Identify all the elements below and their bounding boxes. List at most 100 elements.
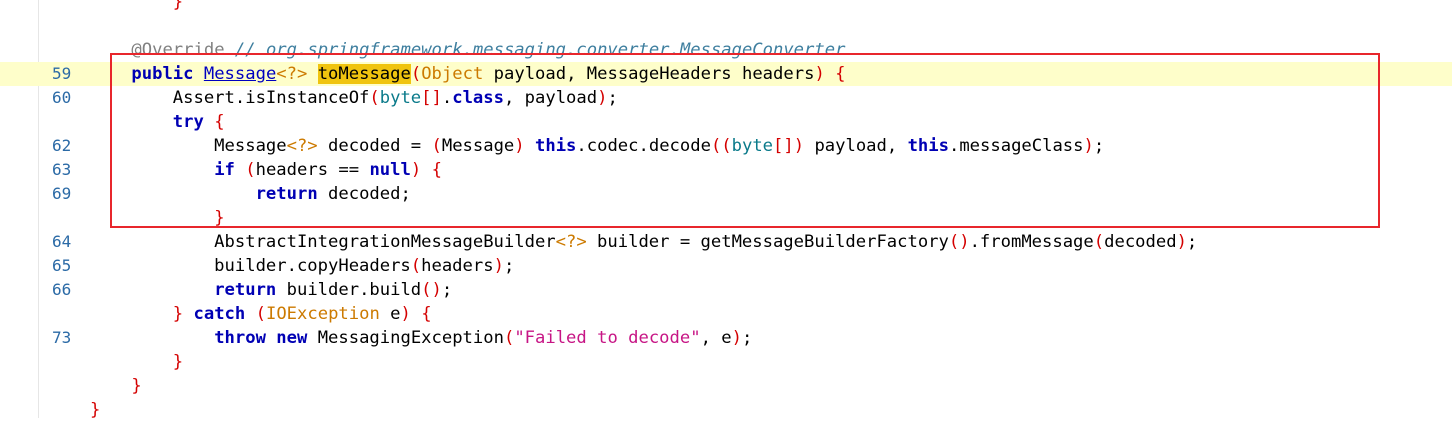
line-number: 63 bbox=[52, 160, 72, 179]
code-token: , payload bbox=[503, 88, 598, 108]
code-token: } bbox=[172, 352, 184, 372]
code-line[interactable]: 60 Assert.isInstanceOf(byte[].class, pay… bbox=[0, 86, 1452, 110]
code-line[interactable]: 65 builder.copyHeaders(headers); bbox=[0, 254, 1452, 278]
code-token: ( bbox=[245, 160, 256, 180]
code-token: "Failed to decode" bbox=[514, 328, 701, 348]
code-token: ) bbox=[514, 136, 525, 156]
code-token: Assert.isInstanceOf bbox=[90, 88, 370, 108]
code-token: } bbox=[131, 376, 142, 396]
code-token: } bbox=[90, 400, 101, 420]
code-line[interactable]: @Override // org.springframework.messagi… bbox=[0, 38, 1452, 62]
code-token: headers bbox=[421, 256, 494, 276]
code-token: ) bbox=[493, 256, 504, 276]
code-text: Message<?> decoded = (Message) this.code… bbox=[90, 134, 1104, 158]
code-token: decoded; bbox=[317, 184, 411, 204]
code-line[interactable]: } bbox=[0, 350, 1452, 374]
code-token: ( bbox=[255, 304, 266, 324]
code-text: throw new MessagingException("Failed to … bbox=[90, 326, 752, 350]
code-token: { bbox=[421, 304, 432, 324]
code-line[interactable]: 66 return builder.build(); bbox=[0, 278, 1452, 302]
code-token: ( bbox=[431, 136, 442, 156]
code-text: public Message<?> toMessage(Object paylo… bbox=[90, 62, 846, 86]
code-text: @Override // org.springframework.messagi… bbox=[90, 38, 845, 62]
code-token: byte bbox=[379, 88, 422, 108]
code-line[interactable]: 59 public Message<?> toMessage(Object pa… bbox=[0, 62, 1452, 86]
code-text: if (headers == null) { bbox=[90, 158, 442, 182]
code-token: ( bbox=[1093, 232, 1105, 252]
code-token: decoded bbox=[1104, 232, 1177, 252]
code-text: try { bbox=[90, 110, 225, 134]
code-line[interactable]: } bbox=[0, 398, 1452, 422]
code-token: IOException bbox=[265, 304, 380, 324]
code-token: ; bbox=[741, 328, 753, 348]
code-line[interactable]: 62 Message<?> decoded = (Message) this.c… bbox=[0, 134, 1452, 158]
code-line[interactable]: try { bbox=[0, 110, 1452, 134]
code-line[interactable]: 73 throw new MessagingException("Failed … bbox=[0, 326, 1452, 350]
code-line[interactable] bbox=[0, 14, 1452, 38]
code-token: ( bbox=[369, 88, 380, 108]
code-token: (( bbox=[710, 136, 732, 156]
code-token: ( bbox=[503, 328, 515, 348]
code-token: () bbox=[421, 280, 442, 300]
code-token: builder.build bbox=[276, 280, 422, 300]
code-line[interactable]: 64 AbstractIntegrationMessageBuilder<?> … bbox=[0, 230, 1452, 254]
code-token: Object bbox=[421, 64, 484, 84]
code-token[interactable]: Message bbox=[204, 64, 276, 84]
code-token: payload, bbox=[804, 136, 908, 156]
code-line[interactable]: 69 return decoded; bbox=[0, 182, 1452, 206]
code-token: ( bbox=[410, 64, 422, 84]
code-token: ; bbox=[503, 256, 515, 276]
code-text: } catch (IOException e) { bbox=[90, 302, 432, 326]
code-token: .fromMessage bbox=[969, 232, 1094, 252]
line-number: 64 bbox=[52, 232, 72, 251]
line-number: 60 bbox=[52, 88, 72, 107]
code-token: ) bbox=[597, 88, 608, 108]
code-token: if bbox=[214, 160, 235, 180]
code-token: class bbox=[452, 88, 504, 108]
code-text: AbstractIntegrationMessageBuilder<?> bui… bbox=[90, 230, 1197, 254]
code-text: } bbox=[90, 350, 183, 374]
code-token: null bbox=[369, 160, 411, 180]
code-token: ) bbox=[1083, 136, 1094, 156]
line-number: 69 bbox=[52, 184, 72, 203]
code-text: return decoded; bbox=[90, 182, 411, 206]
code-token: () bbox=[948, 232, 970, 252]
code-line[interactable]: 63 if (headers == null) { bbox=[0, 158, 1452, 182]
code-token: ) bbox=[1176, 232, 1187, 252]
code-text: Assert.isInstanceOf(byte[].class, payloa… bbox=[90, 86, 618, 110]
code-text: } bbox=[90, 374, 142, 398]
code-token: ; bbox=[1186, 232, 1198, 252]
code-token: { bbox=[214, 112, 225, 132]
code-text: builder.copyHeaders(headers); bbox=[90, 254, 514, 278]
code-token: , e bbox=[700, 328, 732, 348]
code-token: AbstractIntegrationMessageBuilder bbox=[90, 232, 556, 252]
code-line[interactable]: } catch (IOException e) { bbox=[0, 302, 1452, 326]
code-line[interactable]: } bbox=[0, 206, 1452, 230]
line-number: 73 bbox=[52, 328, 72, 347]
code-token: // org.springframework.messaging.convert… bbox=[234, 40, 846, 60]
line-number: 59 bbox=[52, 64, 72, 83]
code-token: Message bbox=[441, 136, 515, 156]
code-token: <?> bbox=[276, 64, 308, 84]
code-line[interactable]: } bbox=[0, 374, 1452, 398]
code-token: decoded = bbox=[317, 136, 432, 156]
code-token: ; bbox=[1093, 136, 1105, 156]
code-token: this bbox=[907, 136, 949, 156]
code-line[interactable]: } bbox=[0, 0, 1452, 14]
code-token: <?> bbox=[555, 232, 587, 252]
code-token: @Override bbox=[131, 40, 225, 60]
code-token: ; bbox=[441, 280, 453, 300]
